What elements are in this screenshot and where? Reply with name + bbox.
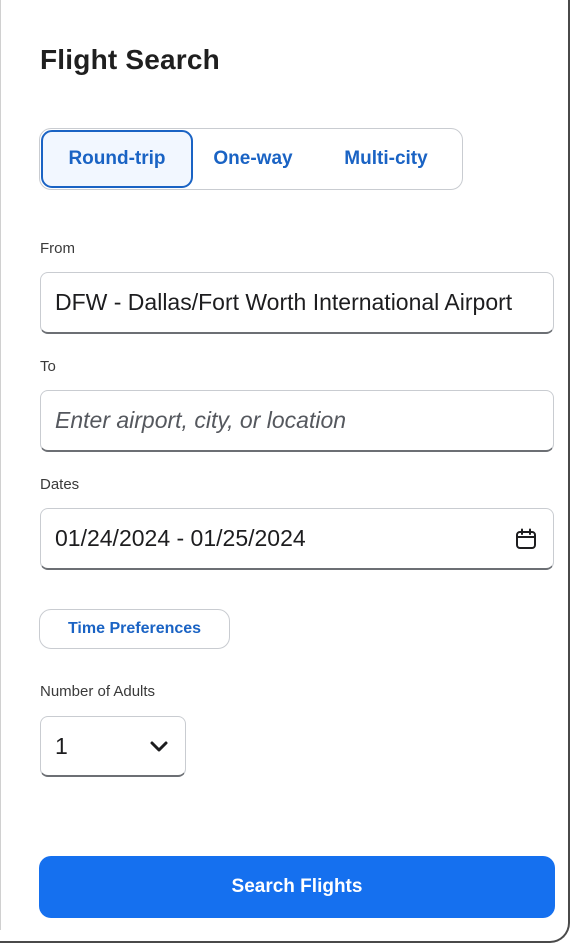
- trip-type-selector: Round-trip One-way Multi-city: [39, 128, 463, 190]
- to-label: To: [40, 358, 56, 375]
- from-label: From: [40, 240, 75, 257]
- page-title: Flight Search: [40, 44, 220, 75]
- dates-field[interactable]: 01/24/2024 - 01/25/2024: [40, 508, 554, 570]
- trip-type-one-way[interactable]: One-way: [193, 130, 313, 188]
- dates-value: 01/24/2024 - 01/25/2024: [55, 525, 306, 551]
- adults-label: Number of Adults: [40, 683, 156, 700]
- calendar-icon[interactable]: [513, 526, 539, 552]
- trip-type-multi-city[interactable]: Multi-city: [313, 130, 459, 188]
- time-preferences-button[interactable]: Time Preferences: [39, 609, 230, 649]
- panel-left-border: [0, 0, 7, 930]
- flight-search-panel: Flight Search Round-trip One-way Multi-c…: [0, 0, 570, 943]
- chevron-down-icon: [147, 734, 171, 758]
- from-value: DFW - Dallas/Fort Worth International Ai…: [55, 289, 513, 315]
- from-field[interactable]: DFW - Dallas/Fort Worth International Ai…: [40, 272, 554, 334]
- search-flights-button[interactable]: Search Flights: [39, 856, 555, 918]
- to-field[interactable]: Enter airport, city, or location: [40, 390, 554, 452]
- trip-type-round-trip[interactable]: Round-trip: [41, 130, 193, 188]
- to-placeholder: Enter airport, city, or location: [55, 407, 347, 433]
- adults-select[interactable]: 1: [40, 716, 186, 777]
- adults-value: 1: [55, 732, 68, 759]
- dates-label: Dates: [40, 476, 80, 493]
